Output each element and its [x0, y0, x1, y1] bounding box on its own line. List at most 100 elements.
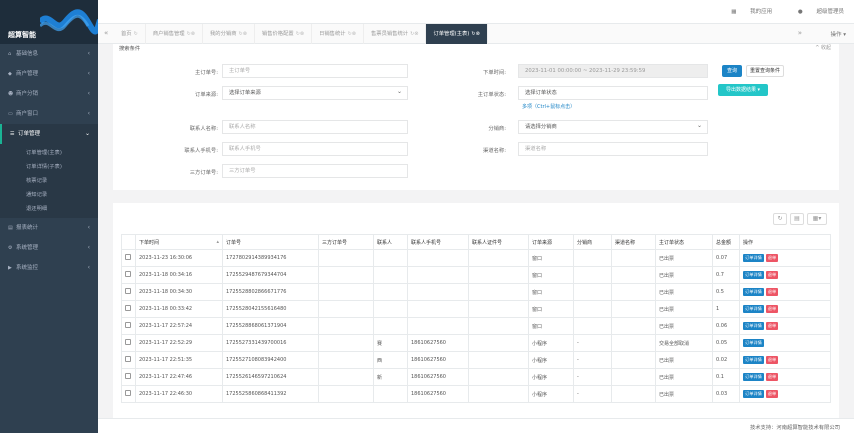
column-header-order-time[interactable]: 下单时间 ▴ — [135, 234, 223, 250]
refund-button[interactable]: 退单 — [765, 271, 779, 279]
tab-my-distributors[interactable]: 我的分销商 ↻⊗ — [203, 24, 255, 44]
row-checkbox[interactable] — [125, 254, 131, 260]
tab-price-config[interactable]: 销售价格配置 ↻⊗ — [255, 24, 313, 44]
sidebar-subitem-order-details[interactable]: 订单详情(子表) — [0, 160, 98, 174]
refund-button[interactable]: 退单 — [765, 305, 779, 313]
sidebar-subitem-notify-records[interactable]: 通知记录 — [0, 188, 98, 202]
cell-actions: 订单详情 退单 — [739, 300, 831, 318]
order-detail-button[interactable]: 订单详情 — [743, 288, 764, 296]
refresh-icon[interactable]: ↻ — [773, 213, 787, 225]
sidebar-subitem-verify-records[interactable]: 核票记录 — [0, 174, 98, 188]
sidebar-item-monitor[interactable]: ▶ 系统监控 ‹ — [0, 258, 98, 278]
sidebar-item-merchant[interactable]: ◆ 商户管理 ‹ — [0, 64, 98, 84]
cell-contact: 赛 — [373, 334, 408, 352]
contact-phone-input[interactable]: 联系人手机号 — [222, 142, 408, 156]
contact-name-input[interactable]: 联系人名称 — [222, 120, 408, 134]
channel-name-input[interactable]: 渠道名称 — [518, 142, 708, 156]
row-checkbox[interactable] — [125, 305, 131, 311]
refund-button[interactable]: 退单 — [765, 356, 779, 364]
refresh-icon[interactable]: ↻ — [134, 31, 138, 37]
close-icon[interactable]: ↻⊗ — [410, 31, 418, 37]
sidebar-item-window[interactable]: ▭ 商户窗口 ‹ — [0, 104, 98, 124]
order-source-select[interactable]: 选择订单来源 — [222, 86, 408, 100]
cell-status: 已出票 — [655, 266, 713, 284]
refund-button[interactable]: 退单 — [765, 322, 779, 330]
distributor-select[interactable]: 请选择分销商 — [518, 120, 708, 134]
order-detail-button[interactable]: 订单详情 — [743, 254, 764, 262]
order-detail-button[interactable]: 订单详情 — [743, 390, 764, 398]
row-checkbox[interactable] — [125, 339, 131, 345]
close-icon[interactable]: ↻⊗ — [239, 31, 247, 37]
reset-query-button[interactable]: 重置查询条件 — [746, 65, 784, 77]
order-detail-button[interactable]: 订单详情 — [743, 271, 764, 279]
sidebar-item-system[interactable]: ⚙ 系统管理 ‹ — [0, 238, 98, 258]
order-detail-button[interactable]: 订单详情 — [743, 373, 764, 381]
cell-channel — [611, 317, 656, 335]
columns-menu-icon[interactable]: ▦▾ — [807, 213, 827, 225]
sidebar-item-reports[interactable]: ▤ 报表统计 ‹ — [0, 218, 98, 238]
order-time-range[interactable]: 2023-11-01 00:00:00 ~ 2023-11-29 23:59:5… — [518, 64, 708, 78]
refund-button[interactable]: 退单 — [765, 254, 779, 262]
cell-time: 2023-11-18 00:34:16 — [135, 266, 223, 284]
cell-dist — [573, 266, 612, 284]
tab-main-orders[interactable]: 订单管理(主表) ↻⊗ — [426, 24, 488, 44]
refund-button[interactable]: 退单 — [765, 373, 779, 381]
row-checkbox[interactable] — [125, 373, 131, 379]
tab-merchant-sales[interactable]: 商户销售管理 ↻⊗ — [146, 24, 203, 44]
row-select-cell — [121, 249, 136, 267]
sort-icon[interactable]: ▴ — [216, 239, 219, 245]
close-icon[interactable]: ↻⊗ — [187, 31, 195, 37]
collapse-toggle[interactable]: ^ 收起 — [815, 44, 831, 51]
toggle-view-icon[interactable]: ▤ — [790, 213, 804, 225]
home-icon: ⌂ — [8, 51, 12, 57]
sidebar-item-basic-info[interactable]: ⌂ 基础信息 ‹ — [0, 44, 98, 64]
cell-contact — [373, 317, 408, 335]
gear-icon: ⚙ — [8, 245, 13, 251]
order-detail-button[interactable]: 订单详情 — [743, 305, 764, 313]
refund-button[interactable]: 退单 — [765, 390, 779, 398]
tab-seller-stats[interactable]: 售票员销售统计 ↻⊗ — [364, 24, 427, 44]
cell-actions: 订单详情 — [739, 334, 831, 352]
order-detail-button[interactable]: 订单详情 — [743, 322, 764, 330]
list-icon: ☰ — [10, 131, 15, 137]
cell-third — [318, 317, 374, 335]
tabs-operations-menu[interactable]: 操作 ▾ — [830, 30, 846, 38]
main-order-input[interactable]: 主订单号 — [222, 64, 408, 78]
select-all-header — [121, 234, 136, 250]
tabs-forward-icon[interactable]: » — [798, 29, 802, 37]
contact-phone-label: 联系人手机号: — [184, 148, 218, 154]
sidebar-item-distribution[interactable]: ☻ 商户分销 ‹ — [0, 84, 98, 104]
refund-button[interactable]: 退单 — [765, 288, 779, 296]
third-party-order-input[interactable]: 三方订单号 — [222, 164, 408, 178]
column-header-order-no: 订单号 — [222, 234, 319, 250]
logo: 超算智能 — [0, 0, 98, 44]
main-order-status-select[interactable]: 选择订单状态 — [518, 86, 708, 100]
chevron-left-icon: ‹ — [87, 70, 90, 77]
user-menu[interactable]: ● 超级管理员 — [786, 9, 844, 15]
order-source-label: 订单来源: — [195, 92, 218, 98]
row-select-cell — [121, 300, 136, 318]
row-checkbox[interactable] — [125, 390, 131, 396]
footer: 技术支持：河南超算智能技术有限公司 — [98, 418, 854, 433]
close-icon[interactable]: ↻⊗ — [348, 31, 356, 37]
row-checkbox[interactable] — [125, 322, 131, 328]
row-checkbox[interactable] — [125, 288, 131, 294]
sidebar-subitem-main-orders[interactable]: 订单管理(主表) — [0, 146, 98, 160]
cell-order: 1725525860868411392 — [222, 385, 319, 403]
export-results-button[interactable]: 导出数据结果 ▾ — [718, 84, 768, 96]
close-icon[interactable]: ↻⊗ — [471, 31, 479, 37]
row-checkbox[interactable] — [125, 356, 131, 362]
order-detail-button[interactable]: 订单详情 — [743, 356, 764, 364]
sidebar-item-orders[interactable]: ☰ 订单管理 ⌄ — [0, 124, 98, 144]
my-apps-link[interactable]: ▦ 我的应用 — [719, 9, 772, 15]
video-icon: ▶ — [8, 265, 12, 271]
tab-home[interactable]: 首页 ↻ — [114, 24, 146, 44]
order-detail-button[interactable]: 订单详情 — [743, 339, 764, 347]
tabs-back-icon[interactable]: « — [104, 29, 108, 37]
sidebar-subitem-refund-details[interactable]: 退还明细 — [0, 202, 98, 216]
row-checkbox[interactable] — [125, 271, 131, 277]
tab-daily-sales[interactable]: 日销售统计 ↻⊗ — [312, 24, 364, 44]
close-icon[interactable]: ↻⊗ — [296, 31, 304, 37]
query-button[interactable]: 查询 — [722, 65, 742, 77]
cell-third — [318, 283, 374, 301]
